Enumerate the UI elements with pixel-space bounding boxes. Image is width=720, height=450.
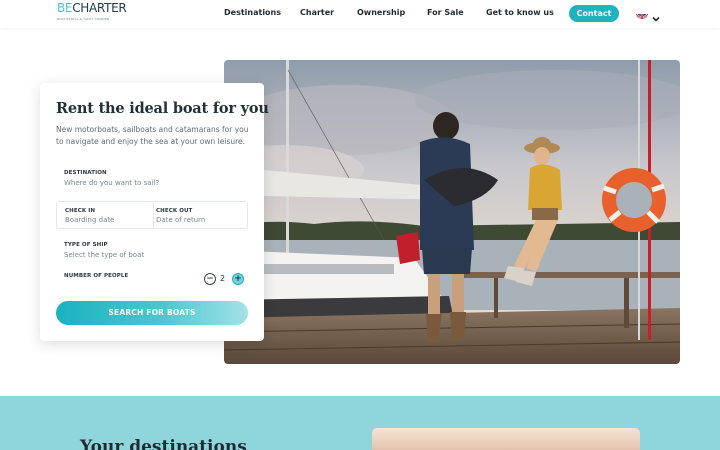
logo-be: BE	[57, 1, 73, 15]
contact-button[interactable]: Contact	[569, 5, 619, 22]
decrease-people-button[interactable]: −	[204, 273, 216, 285]
ship-type-select[interactable]: TYPE OF SHIP Select the type of boat	[56, 239, 248, 263]
boat-search-card: Rent the ideal boat for you New motorboa…	[40, 83, 269, 341]
people-count: 2	[220, 274, 226, 283]
logo-tagline: BOAT RENTAL & YACHT CHARTER	[57, 17, 110, 21]
nav-ownership[interactable]: Ownership	[357, 8, 405, 17]
destination-label: DESTINATION	[64, 170, 107, 176]
card-subtitle: New motorboats, sailboats and catamarans…	[56, 125, 249, 146]
search-boats-button[interactable]: SEARCH FOR BOATS	[56, 301, 248, 325]
nav-for-sale[interactable]: For Sale	[427, 8, 464, 17]
hero-photo	[224, 60, 680, 364]
site-header: BECHARTER BOAT RENTAL & YACHT CHARTER De…	[0, 0, 720, 28]
ship-type-label: TYPE OF SHIP	[64, 242, 108, 248]
language-selector[interactable]	[636, 8, 662, 22]
people-label: NUMBER OF PEOPLE	[64, 273, 129, 279]
check-out-placeholder: Date of return	[156, 216, 206, 224]
logo-charter: CHARTER	[72, 1, 127, 15]
nav-get-to-know-us[interactable]: Get to know us	[486, 8, 554, 17]
check-in-field[interactable]: CHECK IN Boarding date	[57, 202, 153, 228]
card-title: Rent the ideal boat for you	[56, 100, 269, 117]
chevron-down-icon	[651, 9, 661, 22]
destination-field[interactable]: DESTINATION Where do you want to sail?	[56, 167, 248, 193]
destinations-section: Your destinations	[0, 396, 720, 450]
nav-charter[interactable]: Charter	[300, 8, 334, 17]
destination-placeholder: Where do you want to sail?	[64, 179, 160, 187]
check-in-label: CHECK IN	[65, 208, 96, 214]
destinations-title: Your destinations	[80, 437, 247, 450]
destination-photo	[372, 428, 640, 450]
check-out-label: CHECK OUT	[156, 208, 193, 214]
uk-flag-icon	[636, 9, 648, 19]
ship-type-placeholder: Select the type of boat	[64, 251, 145, 259]
becharter-logo[interactable]: BECHARTER BOAT RENTAL & YACHT CHARTER	[57, 1, 127, 26]
nav-destinations[interactable]: Destinations	[224, 8, 281, 17]
increase-people-button[interactable]: +	[232, 273, 244, 285]
check-out-field[interactable]: CHECK OUT Date of return	[154, 202, 248, 228]
dates-box: CHECK IN Boarding date CHECK OUT Date of…	[56, 201, 248, 229]
check-in-placeholder: Boarding date	[65, 216, 115, 224]
logo-wordmark: BECHARTER	[57, 1, 127, 15]
